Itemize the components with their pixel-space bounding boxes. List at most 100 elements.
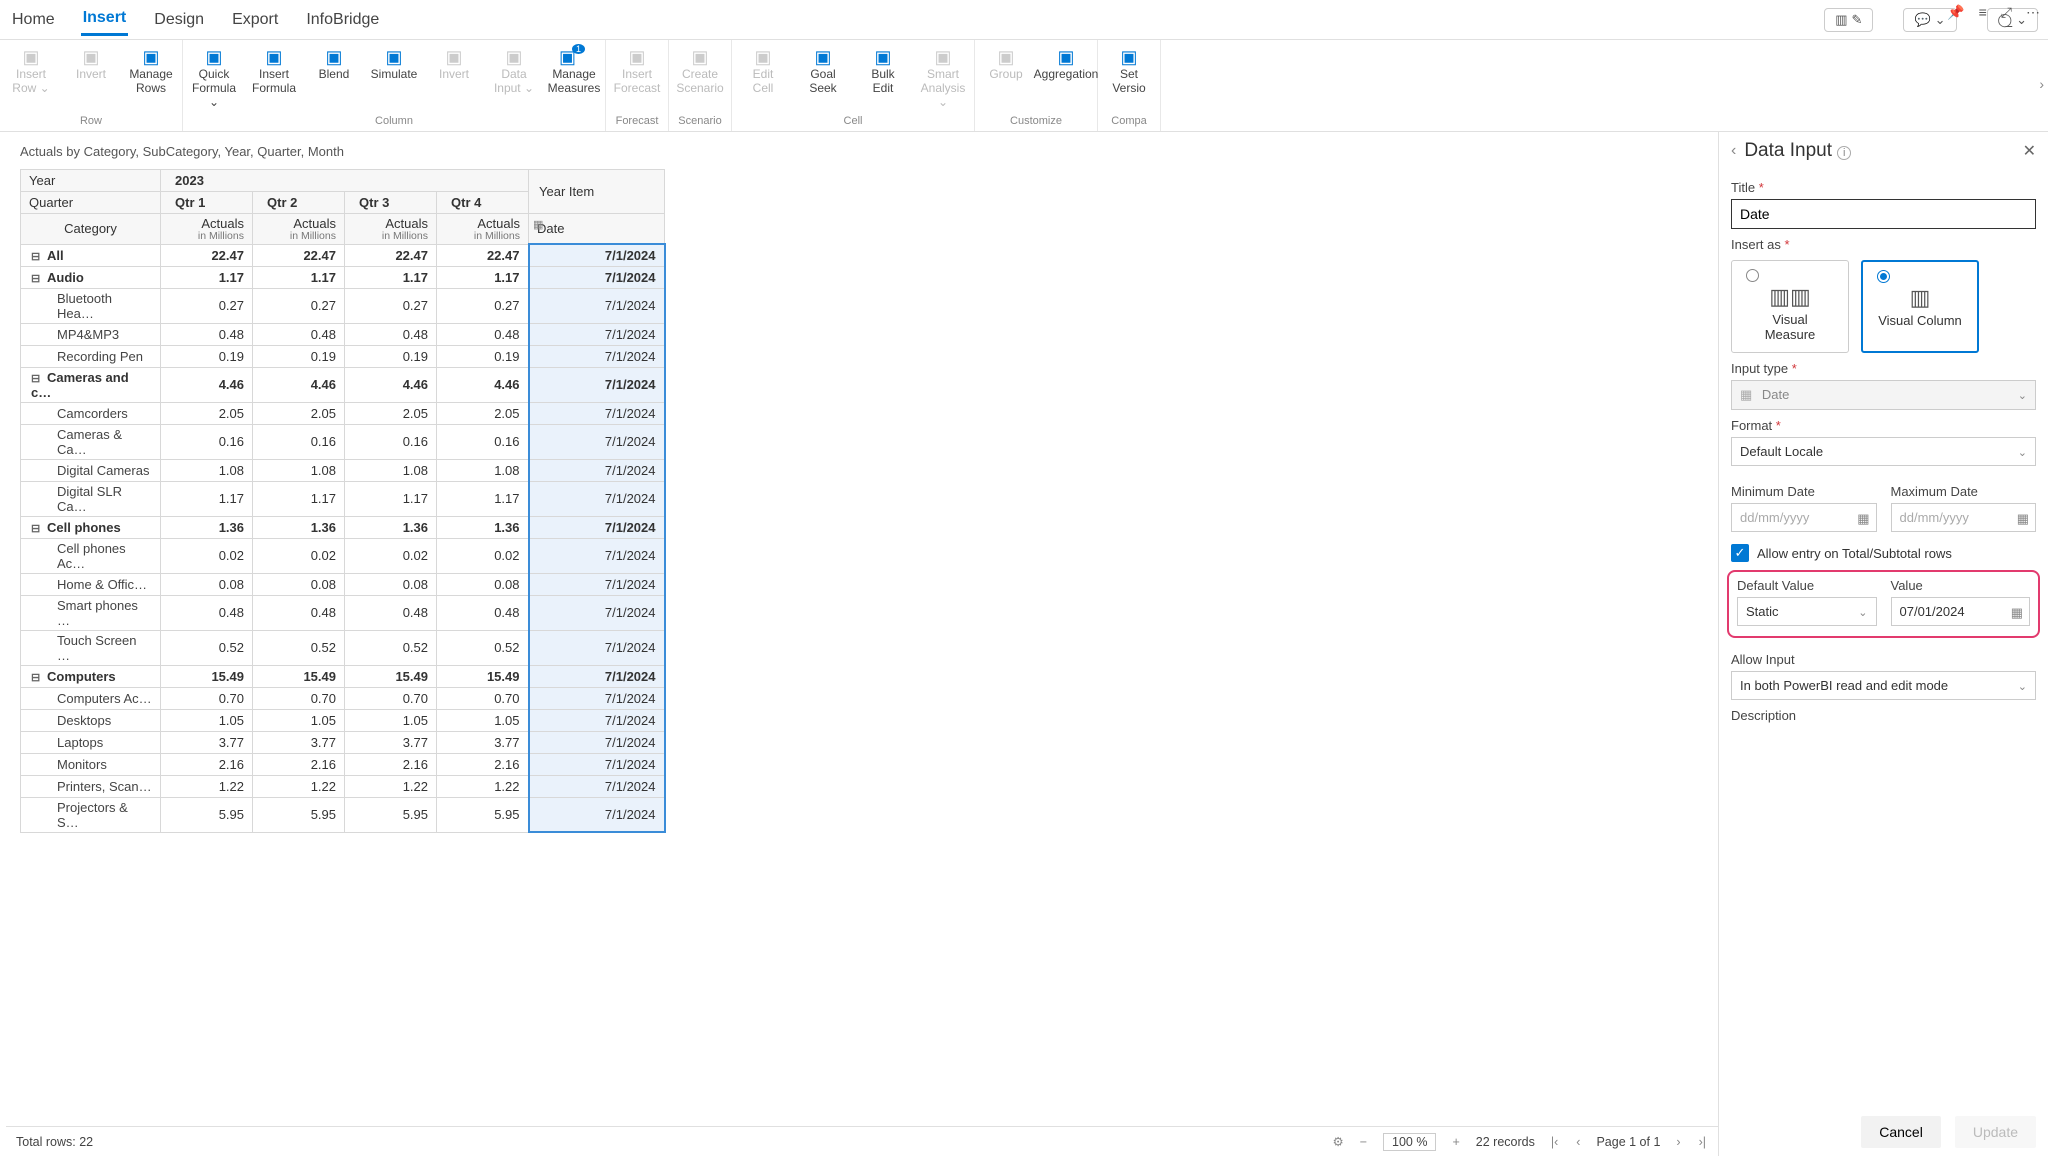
visual-options-button[interactable]: ▥✎ [1824, 8, 1873, 32]
page-last[interactable]: ›| [1697, 1135, 1708, 1149]
tab-design[interactable]: Design [152, 5, 206, 35]
title-input[interactable] [1731, 199, 2036, 229]
column-icon: ▥ [1910, 285, 1931, 311]
goal-seek[interactable]: ▣GoalSeek [798, 44, 848, 96]
goal-seek-icon: ▣ [814, 46, 831, 68]
blend-icon: ▣ [325, 46, 342, 68]
smart-analysis-icon: ▣ [934, 46, 951, 68]
allow-input-select[interactable]: In both PowerBI read and edit mode ⌄ [1731, 671, 2036, 700]
close-icon[interactable]: ✕ [2023, 141, 2036, 161]
radio-selected-icon [1877, 270, 1890, 283]
pencil-icon: ✎ [1852, 12, 1863, 28]
default-value-select[interactable]: Static ⌄ [1737, 597, 1877, 626]
insert-as-column[interactable]: ▥ Visual Column [1861, 260, 1979, 353]
page-icon: ▥ [1835, 12, 1847, 28]
max-date-label: Maximum Date [1891, 484, 2037, 499]
tab-infobridge[interactable]: InfoBridge [304, 5, 381, 35]
input-type-label: Input type [1731, 361, 2036, 376]
create-scenario-icon: ▣ [691, 46, 708, 68]
edit-cell-icon: ▣ [754, 46, 771, 68]
zoom-out[interactable]: − [1358, 1135, 1369, 1149]
chevron-down-icon: ⌄ [2018, 446, 2027, 459]
more-icon[interactable]: ⋯ [2026, 4, 2040, 21]
records-label: 22 records [1476, 1135, 1535, 1149]
gear-icon[interactable]: ⚙ [1333, 1134, 1344, 1149]
measure-icon: ▥▥ [1769, 284, 1811, 310]
total-rows-label: Total rows: 22 [16, 1135, 93, 1149]
title-field-label: Title [1731, 180, 2036, 195]
focus-icon[interactable]: ⤢ [2001, 4, 2012, 21]
update-button[interactable]: Update [1955, 1116, 2036, 1148]
zoom-value[interactable]: 100 % [1383, 1133, 1436, 1151]
manage-measures-icon: ▣1 [559, 46, 589, 68]
ribbon-scroll-right[interactable]: › [2035, 76, 2048, 92]
invert-icon: ▣ [82, 46, 99, 68]
cancel-button[interactable]: Cancel [1861, 1116, 1941, 1148]
format-label: Format [1731, 418, 2036, 433]
invert: ▣Invert [66, 44, 116, 82]
invert-col-icon: ▣ [445, 46, 462, 68]
tab-home[interactable]: Home [10, 5, 57, 35]
tab-export[interactable]: Export [230, 5, 280, 35]
bulk-edit[interactable]: ▣BulkEdit [858, 44, 908, 96]
page-first[interactable]: |‹ [1549, 1135, 1560, 1149]
page-prev[interactable]: ‹ [1574, 1135, 1582, 1149]
insert-row-icon: ▣ [22, 46, 39, 68]
status-bar: Total rows: 22 ⚙ − 100 % + 22 records |‹… [6, 1126, 1718, 1156]
format-select[interactable]: Default Locale ⌄ [1731, 437, 2036, 466]
calendar-icon: ▦ [1740, 387, 1752, 402]
allow-input-label: Allow Input [1731, 652, 2036, 667]
blend[interactable]: ▣Blend [309, 44, 359, 82]
default-value-highlight: Default Value Static ⌄ Value 07/01/2024▦ [1727, 570, 2040, 638]
aggregation[interactable]: ▣Aggregation [1041, 44, 1091, 82]
group-icon: ▣ [997, 46, 1014, 68]
simulate-icon: ▣ [385, 46, 402, 68]
allow-entry-label: Allow entry on Total/Subtotal rows [1757, 546, 1952, 561]
zoom-in[interactable]: + [1450, 1135, 1461, 1149]
calendar-icon: ▦ [2017, 511, 2029, 527]
min-date-input[interactable]: dd/mm/yyyy▦ [1731, 503, 1877, 532]
chevron-down-icon: ⌄ [1858, 606, 1867, 619]
page-next[interactable]: › [1674, 1135, 1682, 1149]
description-label: Description [1731, 708, 2036, 723]
top-tabbar: HomeInsertDesignExportInfoBridge ▥✎ 💬 ⌄ … [0, 0, 2048, 40]
page-label: Page 1 of 1 [1596, 1135, 1660, 1149]
value-label: Value [1891, 578, 2031, 593]
panel-title: Data Input i [1744, 140, 2014, 162]
calendar-icon: ▦ [2011, 605, 2023, 621]
chevron-down-icon: ⌄ [1935, 12, 1946, 28]
insert-as-label: Insert as [1731, 237, 2036, 252]
quick-formula[interactable]: ▣QuickFormula ⌄ [189, 44, 239, 109]
manage-measures[interactable]: ▣1ManageMeasures [549, 44, 599, 96]
set-version[interactable]: ▣SetVersio [1104, 44, 1154, 96]
comment-icon: 💬 [1914, 12, 1930, 28]
set-version-icon: ▣ [1120, 46, 1137, 68]
tab-insert[interactable]: Insert [81, 3, 129, 36]
insert-formula[interactable]: ▣InsertFormula [249, 44, 299, 96]
insert-row: ▣InsertRow ⌄ [6, 44, 56, 96]
radio-unselected-icon [1746, 269, 1759, 282]
pin-icon[interactable]: 📌 [1947, 4, 1964, 21]
allow-entry-checkbox[interactable]: ✓ [1731, 544, 1749, 562]
min-date-label: Minimum Date [1731, 484, 1877, 499]
filter-icon[interactable]: ≡ [1979, 4, 1987, 21]
bulk-edit-icon: ▣ [874, 46, 891, 68]
ribbon: ▣InsertRow ⌄▣Invert▣ManageRowsRow▣QuickF… [0, 40, 2048, 132]
simulate[interactable]: ▣Simulate [369, 44, 419, 82]
back-icon[interactable]: ‹ [1731, 142, 1736, 160]
calendar-icon: ▦ [1857, 511, 1869, 527]
insert-as-measure[interactable]: ▥▥ Visual Measure [1731, 260, 1849, 353]
manage-rows[interactable]: ▣ManageRows [126, 44, 176, 96]
quick-formula-icon: ▣ [205, 46, 222, 68]
default-value-label: Default Value [1737, 578, 1877, 593]
breadcrumb: Actuals by Category, SubCategory, Year, … [6, 138, 1718, 169]
matrix-table[interactable]: Year2023Year ItemQuarterQtr 1Qtr 2Qtr 3Q… [20, 169, 666, 833]
input-type-select[interactable]: ▦ Date ⌄ [1731, 380, 2036, 410]
chevron-down-icon: ⌄ [2018, 389, 2027, 402]
max-date-input[interactable]: dd/mm/yyyy▦ [1891, 503, 2037, 532]
manage-rows-icon: ▣ [142, 46, 159, 68]
insert-forecast: ▣InsertForecast [612, 44, 662, 96]
chevron-down-icon: ⌄ [2018, 680, 2027, 693]
info-icon[interactable]: i [1837, 146, 1851, 160]
value-input[interactable]: 07/01/2024▦ [1891, 597, 2031, 626]
